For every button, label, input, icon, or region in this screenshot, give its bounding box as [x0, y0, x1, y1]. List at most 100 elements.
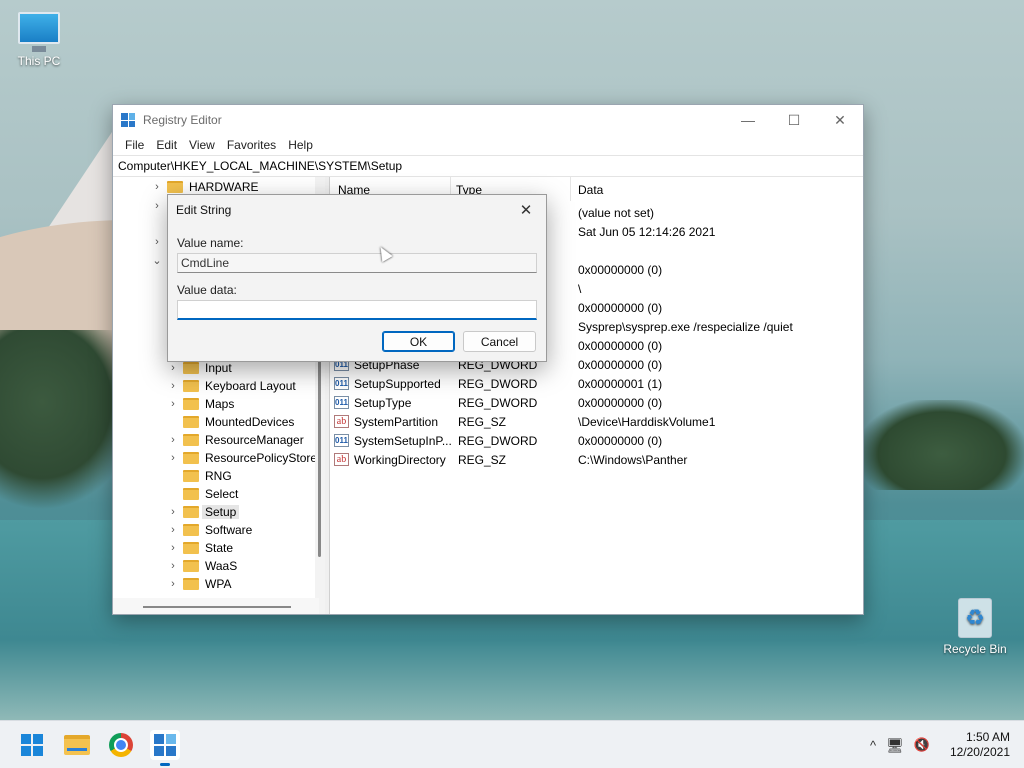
folder-icon	[183, 488, 199, 500]
ok-button[interactable]: OK	[382, 331, 455, 352]
tree-item-label: WaaS	[205, 559, 238, 573]
tree-item-rng[interactable]: RNG	[167, 467, 232, 485]
cancel-button[interactable]: Cancel	[463, 331, 536, 352]
chevron-right-icon[interactable]: ›	[151, 200, 163, 212]
chevron-right-icon[interactable]: ›	[151, 181, 163, 193]
tree-item-waas[interactable]: › WaaS	[167, 557, 237, 575]
value-data: 0x00000000 (0)	[578, 338, 663, 353]
minimize-button[interactable]: —	[725, 105, 771, 135]
table-row[interactable]: 011 SetupSupported REG_DWORD 0x00000001 …	[334, 374, 734, 393]
menu-file[interactable]: File	[119, 138, 150, 152]
value-type: REG_SZ	[458, 452, 507, 467]
chevron-right-icon[interactable]: ›	[167, 524, 179, 536]
menu-view[interactable]: View	[183, 138, 221, 152]
tree-item-mounted-devices[interactable]: MountedDevices	[167, 413, 294, 431]
tree-item-label: Input	[205, 361, 232, 375]
tree-item-label: MountedDevices	[205, 415, 295, 429]
tree-item-maps[interactable]: › Maps	[167, 395, 234, 413]
column-header-data[interactable]: Data	[578, 183, 603, 197]
taskbar-chrome[interactable]	[106, 730, 136, 760]
tree-item-wpa[interactable]: › WPA	[167, 575, 231, 593]
value-type: REG_SZ	[458, 414, 507, 429]
clock-time: 1:50 AM	[965, 730, 1010, 744]
recycle-bin-icon: ♻	[958, 598, 992, 638]
value-data: 0x00000000 (0)	[578, 395, 663, 410]
file-explorer-icon	[64, 735, 90, 755]
tree-item-state[interactable]: › State	[167, 539, 233, 557]
system-tray: ^ 🖥 🔇	[866, 721, 934, 768]
tree-item-software[interactable]: › Software	[167, 521, 252, 539]
folder-icon	[183, 542, 199, 554]
chevron-right-icon[interactable]: ›	[167, 452, 179, 464]
menu-help[interactable]: Help	[282, 138, 319, 152]
tree-item-label: WPA	[205, 577, 232, 591]
tree-item-select[interactable]: Select	[167, 485, 238, 503]
address-bar[interactable]: Computer\HKEY_LOCAL_MACHINE\SYSTEM\Setup	[113, 155, 863, 177]
tree-item-resource-policy-store[interactable]: › ResourcePolicyStore	[167, 449, 317, 467]
menu-favorites[interactable]: Favorites	[221, 138, 282, 152]
chevron-right-icon[interactable]: ›	[167, 560, 179, 572]
value-name: SystemPartition	[354, 414, 439, 429]
address-path: Computer\HKEY_LOCAL_MACHINE\SYSTEM\Setup	[118, 159, 403, 173]
tree-item-keyboard-layout[interactable]: › Keyboard Layout	[167, 377, 296, 395]
volume-muted-icon[interactable]: 🔇	[910, 737, 934, 753]
window-title: Registry Editor	[143, 113, 222, 127]
close-button[interactable]: ✕	[817, 105, 863, 135]
close-icon[interactable]: ✕	[506, 195, 546, 225]
maximize-button[interactable]: ☐	[771, 105, 817, 135]
dialog-titlebar[interactable]: Edit String ✕	[168, 195, 546, 225]
binary-value-icon: 011	[334, 396, 349, 409]
folder-icon	[167, 181, 183, 193]
tree-item-resource-manager[interactable]: › ResourceManager	[167, 431, 304, 449]
folder-icon	[183, 506, 199, 518]
scrollbar-thumb[interactable]	[143, 606, 291, 608]
window-titlebar[interactable]: Registry Editor — ☐ ✕	[113, 105, 863, 135]
chevron-right-icon[interactable]: ›	[167, 542, 179, 554]
registry-editor-icon	[121, 113, 135, 127]
folder-icon	[183, 452, 199, 464]
desktop-icon-this-pc[interactable]: This PC	[1, 12, 77, 68]
chevron-right-icon[interactable]: ›	[167, 578, 179, 590]
value-data: 0x00000000 (0)	[578, 357, 663, 372]
chrome-icon	[109, 733, 133, 757]
binary-value-icon: 011	[334, 434, 349, 447]
value-data: Sat Jun 05 12:14:26 2021	[578, 224, 716, 239]
chevron-right-icon[interactable]: ›	[167, 434, 179, 446]
tree-item-label: Keyboard Layout	[205, 379, 296, 393]
folder-icon	[183, 470, 199, 482]
taskbar-registry-editor[interactable]	[150, 730, 180, 766]
tree-item-label: State	[205, 541, 234, 555]
taskbar-file-explorer[interactable]	[62, 730, 92, 760]
value-name: SystemSetupInP...	[354, 433, 452, 448]
show-hidden-icons-chevron-icon[interactable]: ^	[866, 738, 880, 753]
chevron-right-icon[interactable]: ›	[167, 398, 179, 410]
table-row[interactable]: ab WorkingDirectory REG_SZ C:\Windows\Pa…	[334, 450, 734, 469]
clock[interactable]: 1:50 AM 12/20/2021	[950, 730, 1010, 760]
tree-item-label: Select	[205, 487, 239, 501]
column-divider[interactable]	[570, 177, 571, 201]
value-data: \	[578, 281, 582, 296]
chevron-right-icon[interactable]: ›	[167, 380, 179, 392]
value-type: REG_DWORD	[458, 395, 538, 410]
desktop-icon-label: This PC	[17, 54, 61, 68]
value-name-field[interactable]	[177, 253, 537, 273]
table-row[interactable]: 011 SetupType REG_DWORD 0x00000000 (0)	[334, 393, 734, 412]
desktop-icon-recycle-bin[interactable]: ♻ Recycle Bin	[937, 598, 1013, 656]
start-button[interactable]	[17, 730, 47, 760]
value-name: SetupSupported	[354, 376, 441, 391]
network-icon[interactable]: 🖥	[880, 737, 910, 754]
chevron-right-icon[interactable]: ›	[151, 236, 163, 248]
tree-horizontal-scrollbar[interactable]	[113, 598, 319, 614]
menu-edit[interactable]: Edit	[150, 138, 183, 152]
value-data: Sysprep\sysprep.exe /respecialize /quiet	[578, 319, 793, 334]
table-row[interactable]: ab SystemPartition REG_SZ \Device\Harddi…	[334, 412, 734, 431]
value-data-field[interactable]	[177, 300, 537, 320]
folder-icon	[183, 380, 199, 392]
tree-item-setup[interactable]: › Setup	[167, 503, 240, 521]
value-data: 0x00000000 (0)	[578, 262, 663, 277]
chevron-right-icon[interactable]: ›	[167, 506, 179, 518]
chevron-right-icon[interactable]: ›	[167, 362, 179, 374]
chevron-down-icon[interactable]: ⌄	[151, 254, 163, 267]
wallpaper-trees-right	[860, 400, 1024, 490]
table-row[interactable]: 011 SystemSetupInP... REG_DWORD 0x000000…	[334, 431, 734, 450]
